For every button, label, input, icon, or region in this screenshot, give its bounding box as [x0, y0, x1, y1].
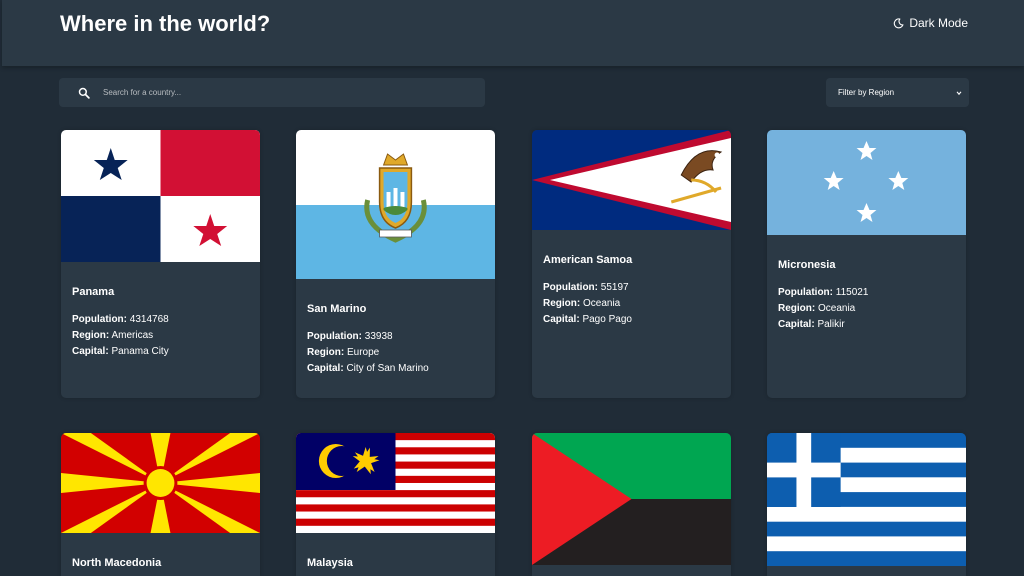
country-name: American Samoa	[543, 254, 633, 266]
country-name: Panama	[72, 286, 115, 298]
capital-stat: Capital: Panama City	[72, 346, 169, 357]
country-7-flag	[532, 433, 731, 565]
moon-icon	[893, 17, 904, 29]
app-header: Where in the world? Dark Mode	[2, 0, 1024, 66]
dark-mode-label: Dark Mode	[909, 16, 968, 30]
search-icon	[78, 87, 90, 99]
country-card-american-samoa[interactable]: American Samoa Population: 55197 Region:…	[532, 130, 731, 398]
region-stat: Region: Oceania	[778, 303, 856, 314]
region-stat: Region: Oceania	[543, 298, 621, 309]
capital-stat: Capital: City of San Marino	[307, 363, 429, 374]
population-stat: Population: 33938	[307, 331, 393, 342]
region-stat: Region: Europe	[307, 347, 380, 358]
search-box	[59, 78, 485, 107]
country-name: San Marino	[307, 303, 367, 315]
population-stat: Population: 55197	[543, 282, 629, 293]
american-samoa-flag	[532, 130, 731, 230]
search-input[interactable]	[103, 88, 403, 97]
country-card-7[interactable]	[532, 433, 731, 576]
region-filter-label: Filter by Region	[838, 88, 895, 97]
region-stat: Region: Americas	[72, 330, 154, 341]
population-stat: Population: 115021	[778, 287, 869, 298]
san-marino-flag	[296, 130, 495, 279]
country-card-panama[interactable]: Panama Population: 4314768 Region: Ameri…	[61, 130, 260, 398]
capital-stat: Capital: Pago Pago	[543, 314, 632, 325]
country-name: Malaysia	[307, 557, 353, 569]
dark-mode-toggle[interactable]: Dark Mode	[893, 16, 968, 30]
panama-flag	[61, 130, 260, 262]
country-card-micronesia[interactable]: Micronesia Population: 115021 Region: Oc…	[767, 130, 966, 398]
population-stat: Population: 4314768	[72, 314, 169, 325]
country-name: North Macedonia	[72, 557, 162, 569]
chevron-down-icon	[955, 89, 963, 97]
country-card-san-marino[interactable]: San Marino Population: 33938 Region: Eur…	[296, 130, 495, 398]
capital-stat: Capital: Palikir	[778, 319, 845, 330]
country-card-north-macedonia[interactable]: North Macedonia	[61, 433, 260, 576]
malaysia-flag	[296, 433, 495, 533]
micronesia-flag	[767, 130, 966, 235]
country-card-malaysia[interactable]: Malaysia	[296, 433, 495, 576]
app-title: Where in the world?	[60, 11, 271, 36]
north-macedonia-flag	[61, 433, 260, 533]
country-name: Micronesia	[778, 259, 836, 271]
region-filter-select[interactable]: Filter by Region	[826, 78, 969, 107]
country-card-greece[interactable]	[767, 433, 966, 576]
greece-flag	[767, 433, 966, 566]
